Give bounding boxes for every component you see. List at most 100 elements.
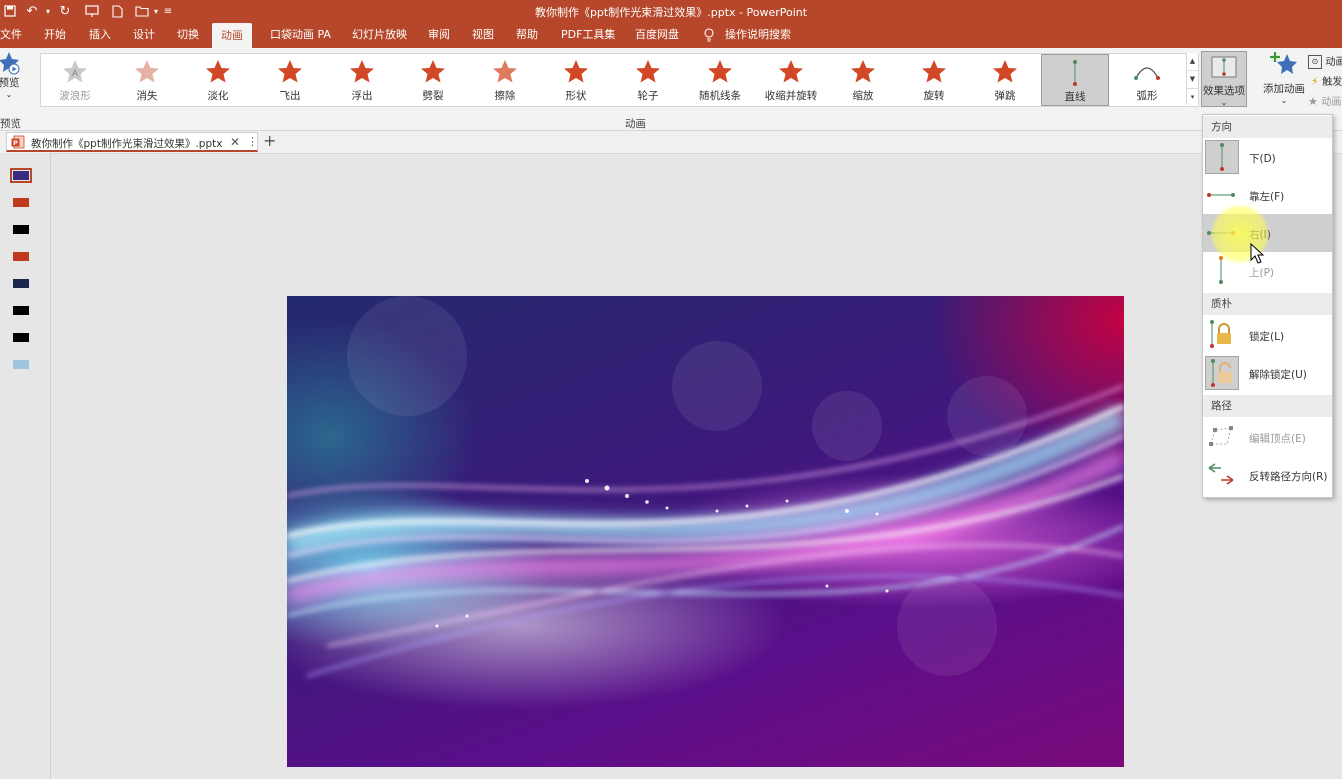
animation-arcs[interactable]: 弧形 <box>1113 54 1181 106</box>
tab-pocket-animation[interactable]: 口袋动画 PA <box>270 22 331 48</box>
animation-spin[interactable]: 旋转 <box>900 54 968 106</box>
animation-split[interactable]: 劈裂 <box>399 54 467 106</box>
shape-icon <box>542 58 610 86</box>
lightbulb-icon <box>703 22 715 48</box>
tab-review[interactable]: 审阅 <box>428 22 450 48</box>
tab-baidu-netdisk[interactable]: 百度网盘 <box>635 22 679 48</box>
slide-thumbnail[interactable] <box>13 306 29 315</box>
wheel-icon <box>614 58 682 86</box>
option-reverse-path[interactable]: 反转路径方向(R) <box>1203 456 1332 494</box>
slide-thumbnail[interactable] <box>13 279 29 288</box>
animation-lines[interactable]: 直线 <box>1041 54 1109 106</box>
add-animation-button[interactable]: 添加动画 ⌄ <box>1258 50 1310 105</box>
animation-pane-icon: ⊙ <box>1308 55 1322 69</box>
animation-label: 浮出 <box>351 90 373 102</box>
lines-icon <box>1042 59 1108 87</box>
tab-pdf-tools[interactable]: PDF工具集 <box>561 22 615 48</box>
path-left-icon <box>1205 178 1239 212</box>
animation-wipe[interactable]: 擦除 <box>471 54 539 106</box>
preview-label: 预览 <box>0 77 20 89</box>
animation-painter-button[interactable]: ★ 动画 <box>1308 93 1341 108</box>
mouse-cursor-icon <box>1250 243 1265 264</box>
animation-shape[interactable]: 形状 <box>542 54 610 106</box>
gallery-scroll-down-icon[interactable]: ▼ <box>1187 71 1198 89</box>
animation-zoom[interactable]: 缩放 <box>829 54 897 106</box>
title-bar: ↶ ▾ ↻ ▾ ≡ 教你制作《ppt制作光束滑过效果》.pptx - Power… <box>0 0 1342 22</box>
option-down[interactable]: 下(D) <box>1203 138 1332 176</box>
trigger-button[interactable]: ⚡ 触发 <box>1311 73 1342 88</box>
animation-wave[interactable]: A 波浪形 <box>41 54 109 106</box>
tab-home[interactable]: 开始 <box>44 22 66 48</box>
tab-help[interactable]: 帮助 <box>516 22 538 48</box>
animation-label: 弧形 <box>1136 90 1158 102</box>
shrink-turn-icon <box>757 58 825 86</box>
option-right[interactable]: 右(I) <box>1203 214 1332 252</box>
document-tab[interactable]: P 教你制作《ppt制作光束滑过效果》.pptx ✕ ⋮ <box>6 132 258 152</box>
option-lock[interactable]: 锁定(L) <box>1203 316 1332 354</box>
close-tab-icon[interactable]: ✕ <box>230 135 240 149</box>
animation-painter-icon: ★ <box>1308 95 1318 108</box>
preview-button[interactable]: 预览 ⌄ <box>0 50 24 99</box>
option-edit-points-label: 编辑顶点(E) <box>1249 433 1306 445</box>
preview-group-label: 预览 <box>0 118 21 130</box>
animation-label: 擦除 <box>494 90 516 102</box>
animation-label: 劈裂 <box>422 90 444 102</box>
option-left[interactable]: 靠左(F) <box>1203 176 1332 214</box>
animation-pane-button[interactable]: ⊙ 动画 <box>1308 53 1342 69</box>
tab-more-icon[interactable]: ⋮ <box>247 135 258 148</box>
add-animation-dropdown-icon: ⌄ <box>1280 96 1288 105</box>
animation-label: 随机线条 <box>699 90 741 102</box>
option-right-label: 右(I) <box>1249 229 1271 241</box>
slide-thumbnail[interactable] <box>13 360 29 369</box>
animation-painter-label: 动画 <box>1321 97 1342 108</box>
option-down-label: 下(D) <box>1249 153 1276 165</box>
unlock-icon <box>1205 356 1239 390</box>
lightning-icon: ⚡ <box>1311 75 1319 88</box>
tab-animations[interactable]: 动画 <box>212 23 252 49</box>
animation-bounce[interactable]: 弹跳 <box>971 54 1039 106</box>
animation-random-bars[interactable]: 随机线条 <box>686 54 754 106</box>
arcs-icon <box>1113 58 1181 86</box>
gallery-more-icon[interactable]: ▾ <box>1187 89 1198 106</box>
option-edit-points[interactable]: 编辑顶点(E) <box>1203 418 1332 456</box>
slide-thumbnail[interactable] <box>13 333 29 342</box>
tell-me-search[interactable]: 操作说明搜索 <box>725 22 791 48</box>
animation-float-in[interactable]: 浮出 <box>328 54 396 106</box>
animation-wheel[interactable]: 轮子 <box>614 54 682 106</box>
advanced-animation-side-buttons: ⊙ 动画 ⚡ 触发 ★ 动画 <box>1308 53 1342 113</box>
animation-group-label: 动画 <box>625 118 646 130</box>
new-tab-icon[interactable]: + <box>263 131 276 150</box>
option-up[interactable]: 上(P) <box>1203 252 1332 290</box>
slide-thumbnail[interactable] <box>13 198 29 207</box>
animation-label: 缩放 <box>852 90 874 102</box>
gallery-scroll-up-icon[interactable]: ▲ <box>1187 53 1198 71</box>
tab-slideshow[interactable]: 幻灯片放映 <box>352 22 407 48</box>
wave-icon: A <box>41 58 109 86</box>
tab-insert[interactable]: 插入 <box>89 22 111 48</box>
animation-fly-in[interactable]: 飞出 <box>256 54 324 106</box>
tab-file[interactable]: 文件 <box>0 22 22 48</box>
slide-thumbnail[interactable] <box>10 168 32 183</box>
tab-view[interactable]: 视图 <box>472 22 494 48</box>
split-icon <box>399 58 467 86</box>
ribbon: 预览 ⌄ 预览 A 波浪形 消失 淡化 飞出 浮出 劈裂 擦除 形状 轮子 随机线条 收缩并旋转 缩放 旋… <box>0 48 1342 131</box>
slide-canvas[interactable] <box>287 296 1124 767</box>
animation-fade[interactable]: 淡化 <box>184 54 252 106</box>
slide-thumbnail[interactable] <box>13 252 29 261</box>
tab-transitions[interactable]: 切换 <box>177 22 199 48</box>
tab-design[interactable]: 设计 <box>133 22 155 48</box>
bounce-icon <box>971 58 1039 86</box>
animation-disappear[interactable]: 消失 <box>113 54 181 106</box>
option-unlock[interactable]: 解除锁定(U) <box>1203 354 1332 392</box>
svg-text:A: A <box>72 69 79 79</box>
animation-label: 轮子 <box>637 90 659 102</box>
animation-shrink-turn[interactable]: 收缩并旋转 <box>757 54 825 106</box>
path-down-icon <box>1205 140 1239 174</box>
fly-in-icon <box>256 58 324 86</box>
trigger-label: 触发 <box>1322 77 1342 88</box>
powerpoint-file-icon: P <box>11 135 25 149</box>
effect-options-button[interactable]: 效果选项 ⌄ <box>1201 51 1247 107</box>
slide-thumbnail[interactable] <box>13 225 29 234</box>
edit-points-icon <box>1205 420 1239 454</box>
wipe-icon <box>471 58 539 86</box>
